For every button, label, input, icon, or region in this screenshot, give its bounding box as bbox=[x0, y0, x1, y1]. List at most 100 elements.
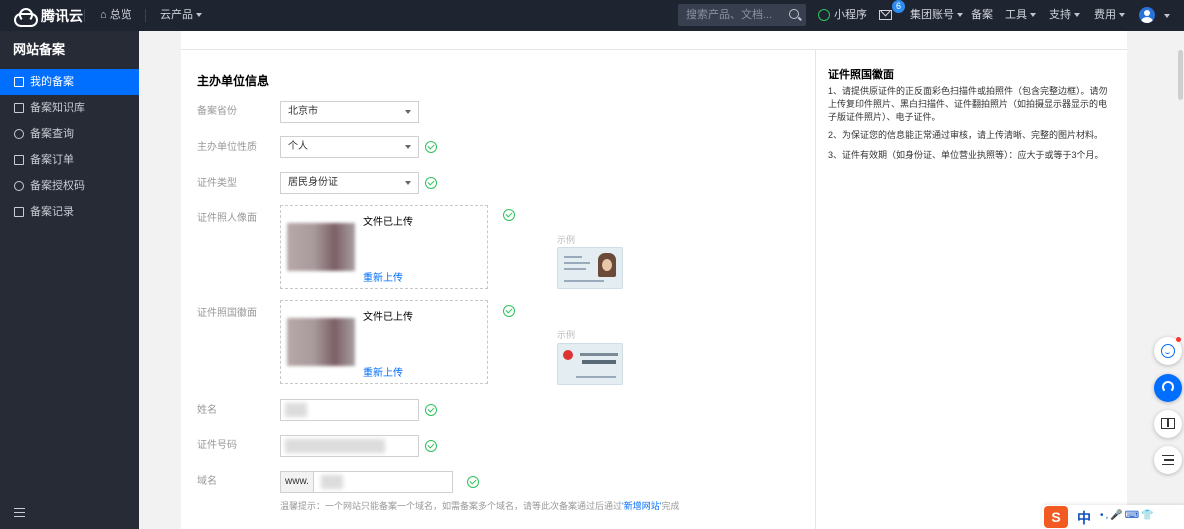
group-account-menu[interactable]: 集团账号 bbox=[910, 0, 963, 31]
chevron-down-icon bbox=[196, 13, 202, 18]
menu-button[interactable] bbox=[1154, 446, 1182, 474]
ime-toolbar[interactable]: S 中 •,🎤⌨👕 bbox=[1042, 505, 1184, 529]
help-paragraph: 1、请提供原证件的正反面彩色扫描件或拍照件（包含完整边框）。请勿上传复印件照片、… bbox=[828, 86, 1108, 122]
ime-tools[interactable]: •,🎤⌨👕 bbox=[1100, 510, 1156, 521]
chevron-down-icon bbox=[957, 13, 963, 18]
check-icon bbox=[425, 177, 437, 189]
chevron-down-icon bbox=[1119, 13, 1125, 18]
province-select[interactable]: 北京市 bbox=[280, 101, 419, 123]
domain-tip: 温馨提示：一个网站只能备案一个域名，如需备案多个域名，请等此次备案通过后通过'新… bbox=[280, 499, 679, 512]
beian-label: 备案 bbox=[971, 9, 993, 21]
tip-text: 温馨提示：一个网站只能备案一个域名，如需备案多个域名，请等此次备案通过后通过 bbox=[280, 501, 623, 511]
list-icon bbox=[1162, 455, 1174, 465]
sidebar-title: 网站备案 bbox=[13, 42, 66, 57]
tip-suffix: 完成 bbox=[661, 501, 680, 511]
sogou-logo-icon[interactable]: S bbox=[1044, 506, 1068, 528]
check-icon bbox=[467, 476, 479, 488]
province-value: 北京市 bbox=[288, 106, 318, 117]
sidebar: 网站备案 我的备案 备案知识库 备案查询 备案订单 备案授权码 备案记录 bbox=[0, 31, 139, 529]
beian-link[interactable]: 备案 bbox=[971, 0, 993, 31]
book-icon bbox=[14, 103, 24, 113]
name-input[interactable] bbox=[280, 399, 419, 421]
scrollbar[interactable] bbox=[1178, 50, 1183, 100]
nature-select[interactable]: 个人 bbox=[280, 136, 419, 158]
search-input[interactable]: 搜索产品、文档... bbox=[678, 4, 806, 26]
home-icon: ⌂ bbox=[100, 9, 107, 21]
document-icon bbox=[14, 77, 24, 87]
divider bbox=[145, 9, 146, 22]
sidebar-item-label: 备案知识库 bbox=[30, 102, 85, 114]
sidebar-item-label: 我的备案 bbox=[30, 76, 74, 88]
sidebar-item-query[interactable]: 备案查询 bbox=[0, 121, 139, 147]
brand-logo[interactable]: 腾讯云 bbox=[12, 6, 83, 27]
book-icon bbox=[1161, 418, 1175, 429]
card-line bbox=[564, 280, 604, 282]
emblem-upload[interactable]: 文件已上传 重新上传 bbox=[280, 300, 488, 384]
sidebar-item-knowledge[interactable]: 备案知识库 bbox=[0, 95, 139, 121]
section-title: 主办单位信息 bbox=[197, 74, 270, 88]
card-line bbox=[564, 262, 590, 264]
headset-icon bbox=[1162, 381, 1174, 393]
name-label: 姓名 bbox=[197, 405, 217, 416]
domain-input[interactable]: www. bbox=[280, 471, 453, 493]
sample-portrait-card bbox=[557, 247, 623, 289]
collapse-menu-icon[interactable] bbox=[14, 508, 25, 517]
card-line bbox=[564, 256, 582, 258]
emblem-icon bbox=[563, 350, 573, 360]
sidebar-item-records[interactable]: 备案记录 bbox=[0, 199, 139, 225]
emblem-label: 证件照国徽面 bbox=[197, 308, 257, 319]
info-icon bbox=[14, 181, 24, 191]
sidebar-item-orders[interactable]: 备案订单 bbox=[0, 147, 139, 173]
ime-mode[interactable]: 中 bbox=[1077, 508, 1091, 528]
docs-button[interactable] bbox=[1154, 410, 1182, 438]
sidebar-item-auth-code[interactable]: 备案授权码 bbox=[0, 173, 139, 199]
search-icon bbox=[14, 129, 24, 139]
portrait-upload[interactable]: 文件已上传 重新上传 bbox=[280, 205, 488, 289]
sidebar-item-label: 备案记录 bbox=[30, 206, 74, 218]
chevron-down-icon bbox=[1074, 13, 1080, 18]
uploaded-image-thumbnail bbox=[287, 318, 355, 366]
masked-value bbox=[285, 403, 307, 417]
products-menu[interactable]: 云产品 bbox=[160, 0, 202, 31]
mail-icon[interactable] bbox=[879, 10, 892, 20]
notification-dot bbox=[1176, 337, 1181, 342]
mail-badge: 6 bbox=[892, 0, 905, 13]
reupload-link[interactable]: 重新上传 bbox=[363, 364, 403, 379]
support-label: 支持 bbox=[1049, 9, 1071, 21]
upload-status: 文件已上传 bbox=[363, 312, 413, 323]
check-icon bbox=[425, 404, 437, 416]
sidebar-item-label: 备案订单 bbox=[30, 154, 74, 166]
tools-menu[interactable]: 工具 bbox=[1005, 0, 1036, 31]
smile-icon bbox=[1161, 344, 1175, 358]
sidebar-item-my-beian[interactable]: 我的备案 bbox=[0, 69, 139, 95]
portrait-photo bbox=[598, 253, 616, 277]
cert-no-input[interactable] bbox=[280, 435, 419, 457]
masked-value bbox=[321, 475, 343, 489]
search-icon[interactable] bbox=[789, 9, 799, 19]
divider bbox=[181, 49, 1127, 50]
reupload-link[interactable]: 重新上传 bbox=[363, 269, 403, 284]
cert-type-select[interactable]: 居民身份证 bbox=[280, 172, 419, 194]
check-icon bbox=[503, 209, 515, 221]
help-paragraph: 3、证件有效期（如身份证、单位营业执照等）：应大于或等于3个月。 bbox=[828, 150, 1104, 160]
province-label: 备案省份 bbox=[197, 106, 237, 117]
cert-type-value: 居民身份证 bbox=[288, 177, 338, 188]
card-line bbox=[576, 376, 616, 378]
overview-link[interactable]: ⌂ 总览 bbox=[100, 0, 132, 31]
miniprogram-icon bbox=[818, 9, 830, 22]
billing-menu[interactable]: 费用 bbox=[1094, 0, 1125, 31]
brand-name: 腾讯云 bbox=[41, 8, 83, 24]
avatar[interactable] bbox=[1139, 7, 1155, 23]
add-website-link[interactable]: '新增网站' bbox=[622, 501, 661, 511]
portrait-label: 证件照人像面 bbox=[197, 213, 257, 224]
support-menu[interactable]: 支持 bbox=[1049, 0, 1080, 31]
sidebar-item-label: 备案查询 bbox=[30, 128, 74, 140]
customer-service-button[interactable] bbox=[1154, 374, 1182, 402]
nature-value: 个人 bbox=[288, 141, 308, 152]
cert-no-label: 证件号码 bbox=[197, 440, 237, 451]
chevron-down-icon[interactable] bbox=[1164, 14, 1170, 18]
divider bbox=[84, 9, 85, 22]
domain-prefix: www. bbox=[281, 472, 314, 492]
miniprogram-link[interactable]: 小程序 bbox=[818, 0, 867, 31]
search-placeholder: 搜索产品、文档... bbox=[686, 9, 773, 21]
